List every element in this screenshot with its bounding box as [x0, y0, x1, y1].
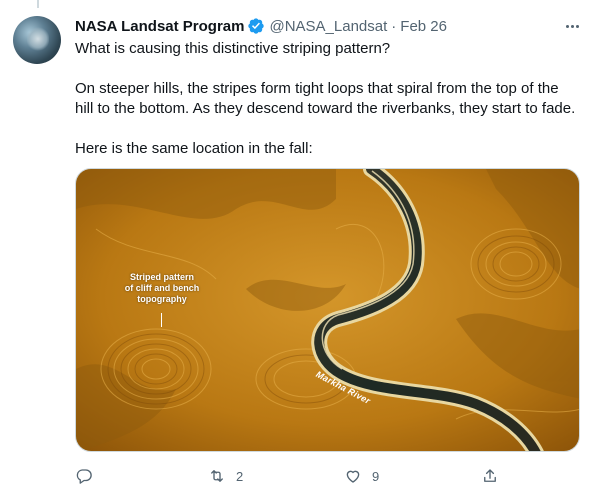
tweet-text-line: Here is the same location in the fall: — [75, 140, 313, 157]
reply-icon — [76, 469, 92, 484]
image-annotation: Striped pattern of cliff and bench topog… — [121, 272, 203, 305]
tweet-text: What is causing this distinctive stripin… — [75, 39, 585, 159]
more-icon[interactable] — [560, 16, 584, 36]
like-button[interactable]: 9 — [344, 465, 379, 487]
tweet-text-line: What is causing this distinctive stripin… — [75, 40, 391, 57]
author-handle[interactable]: @NASA_Landsat — [269, 18, 387, 35]
author-name[interactable]: NASA Landsat Program — [75, 18, 244, 35]
tweet-text-line: hill to the bottom. As they descend towa… — [75, 100, 576, 117]
separator: · — [391, 17, 397, 35]
like-count: 9 — [372, 468, 380, 484]
satellite-image — [76, 169, 579, 451]
retweet-button[interactable]: 2 — [208, 465, 243, 487]
annotation-line: Striped pattern — [129, 272, 194, 282]
tweet-image[interactable]: Striped pattern of cliff and bench topog… — [75, 168, 580, 452]
share-button[interactable] — [481, 465, 499, 487]
avatar[interactable] — [13, 16, 61, 64]
reply-button[interactable] — [75, 465, 103, 487]
retweet-icon — [211, 470, 223, 482]
annotation-line: of cliff and bench — [124, 283, 200, 293]
tweet-date[interactable]: Feb 26 — [400, 18, 447, 35]
verified-badge-icon — [248, 18, 265, 34]
tweet-text-line: On steeper hills, the stripes form tight… — [75, 80, 559, 97]
action-bar: 2 9 — [75, 465, 505, 487]
annotation-line: topography — [137, 294, 187, 304]
tweet[interactable]: NASA Landsat Program @NASA_Landsat · Feb… — [0, 0, 596, 499]
like-icon — [346, 470, 360, 483]
share-icon — [484, 469, 496, 482]
annotation-pointer — [161, 313, 162, 327]
tweet-header: NASA Landsat Program @NASA_Landsat · Feb… — [75, 16, 447, 36]
retweet-count: 2 — [236, 468, 244, 484]
